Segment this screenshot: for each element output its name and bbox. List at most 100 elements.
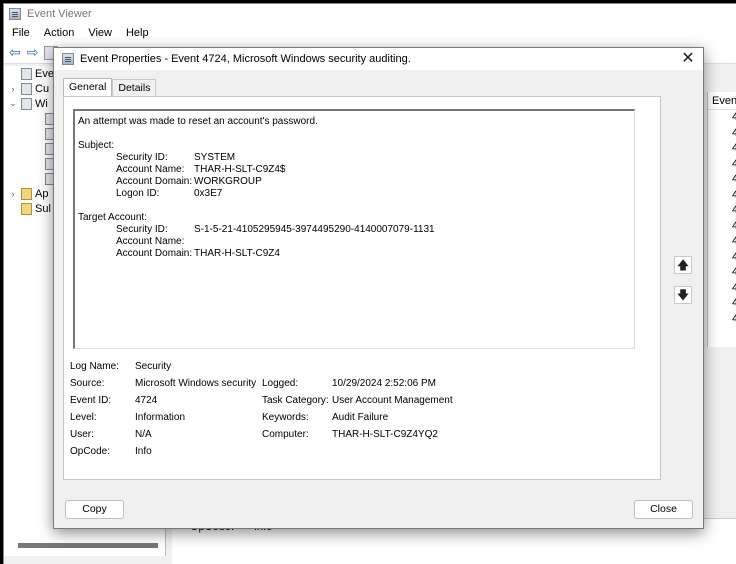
event-id-column-header[interactable]: Event xyxy=(708,92,736,110)
meta-row: OpCode: Info xyxy=(70,443,453,460)
event-id-cell[interactable]: 47 xyxy=(708,188,736,204)
description-headline: An attempt was made to reset an account'… xyxy=(78,116,318,127)
target-field-value: THAR-H-SLT-C9Z4 xyxy=(194,248,280,259)
logged-value: 10/29/2024 2:52:06 PM xyxy=(332,378,436,389)
log-name-label: Log Name: xyxy=(70,361,119,372)
event-id-cell[interactable]: 47 xyxy=(708,219,736,235)
tab-details[interactable]: Details xyxy=(112,79,157,96)
events-list-column: Event 4747474747474747474747474747 xyxy=(707,92,736,347)
target-field-label: Security ID: xyxy=(116,224,168,235)
subject-field-value: SYSTEM xyxy=(194,152,236,163)
meta-row: Level: Information Keywords: Audit Failu… xyxy=(70,409,453,426)
user-label: User: xyxy=(70,429,94,440)
event-description[interactable]: An attempt was made to reset an account'… xyxy=(73,109,635,349)
tree-horizontal-scrollbar[interactable] xyxy=(18,543,158,548)
opcode-value: Info xyxy=(135,446,152,457)
level-value: Information xyxy=(135,412,186,423)
task-category-label: Task Category: xyxy=(262,395,329,406)
subject-field-label: Security ID: xyxy=(116,152,168,163)
subject-row: Account Domain: WORKGROUP xyxy=(78,176,631,188)
level-label: Level: xyxy=(70,412,97,423)
event-id-label: Event ID: xyxy=(70,395,112,406)
tree-expander-icon[interactable]: ⌄ xyxy=(8,98,18,109)
arrow-down-icon[interactable]: 🡇 xyxy=(674,286,692,304)
menu-bar: File Action View Help xyxy=(4,24,736,42)
source-value: Microsoft Windows security xyxy=(135,378,257,389)
event-id-cell[interactable]: 47 xyxy=(708,110,736,126)
dialog-title: Event Properties - Event 4724, Microsoft… xyxy=(80,53,411,65)
subject-row: Security ID: SYSTEM xyxy=(78,152,631,164)
arrow-up-icon[interactable]: 🡅 xyxy=(674,256,692,274)
log-icon xyxy=(21,97,32,110)
source-label: Source: xyxy=(70,378,105,389)
target-account-heading: Target Account: xyxy=(78,212,147,223)
target-field-value: S-1-5-21-4105295945-3974495290-414000707… xyxy=(194,224,435,235)
keywords-label: Keywords: xyxy=(262,412,309,423)
event-id-cell[interactable]: 47 xyxy=(708,157,736,173)
meta-row: Event ID: 4724 Task Category: User Accou… xyxy=(70,392,453,409)
event-id-cell[interactable]: 47 xyxy=(708,126,736,142)
event-viewer-app-icon xyxy=(9,8,21,20)
menu-file[interactable]: File xyxy=(12,27,30,39)
event-properties-dialog: Event Properties - Event 4724, Microsoft… xyxy=(53,47,704,529)
target-row: Security ID: S-1-5-21-4105295945-39744952… xyxy=(78,224,631,236)
tab-general[interactable]: General xyxy=(63,78,113,96)
log-icon xyxy=(21,67,32,80)
event-properties-icon xyxy=(62,53,74,65)
tree-expander-icon[interactable]: › xyxy=(8,189,18,199)
meta-row: Log Name: Security xyxy=(70,358,453,375)
subject-field-label: Account Domain: xyxy=(116,176,193,187)
task-category-value: User Account Management xyxy=(332,395,453,406)
computer-label: Computer: xyxy=(262,429,309,440)
event-id-cell[interactable]: 47 xyxy=(708,141,736,157)
forward-arrow-icon[interactable]: ⇨ xyxy=(27,44,39,61)
dialog-tabs: General Details xyxy=(63,78,157,96)
folder-icon xyxy=(21,202,32,215)
tree-item-label: Sul xyxy=(35,202,51,215)
log-name-value: Security xyxy=(135,361,172,372)
event-id-cell[interactable]: 47 xyxy=(708,296,736,312)
tree-item-label: Ap xyxy=(35,187,49,200)
menu-view[interactable]: View xyxy=(88,27,112,39)
subject-field-value: THAR-H-SLT-C9Z4$ xyxy=(194,164,286,175)
meta-row: User: N/A Computer: THAR-H-SLT-C9Z4YQ2 xyxy=(70,426,453,443)
tree-item-label: Wi xyxy=(35,97,48,110)
event-id-cell[interactable]: 47 xyxy=(708,250,736,266)
target-field-label: Account Domain: xyxy=(116,248,193,259)
event-id-value: 4724 xyxy=(135,395,158,406)
target-field-label: Account Name: xyxy=(116,236,185,247)
subject-row: Logon ID: 0x3E7 xyxy=(78,188,631,200)
copy-button[interactable]: Copy xyxy=(65,500,124,519)
event-id-cell[interactable]: 47 xyxy=(708,203,736,219)
user-value: N/A xyxy=(135,429,152,440)
main-titlebar: Event Viewer xyxy=(4,4,736,24)
event-id-cells: 4747474747474747474747474747 xyxy=(708,110,736,327)
tree-item-label: Cu xyxy=(35,82,50,95)
tree-expander-icon[interactable]: › xyxy=(8,84,18,94)
subject-row: Account Name: THAR-H-SLT-C9Z4$ xyxy=(78,164,631,176)
log-icon xyxy=(21,82,32,95)
close-icon[interactable]: ✕ xyxy=(679,50,697,68)
folder-icon xyxy=(21,187,32,200)
general-tab-panel: An attempt was made to reset an account'… xyxy=(63,96,661,480)
meta-row: Source: Microsoft Windows security Logge… xyxy=(70,375,453,392)
dialog-titlebar: Event Properties - Event 4724, Microsoft… xyxy=(54,48,703,70)
subject-field-label: Account Name: xyxy=(116,164,185,175)
opcode-label: OpCode: xyxy=(70,446,111,457)
event-id-cell[interactable]: 47 xyxy=(708,172,736,188)
event-id-cell[interactable]: 47 xyxy=(708,265,736,281)
close-button[interactable]: Close xyxy=(634,500,693,519)
main-window-title: Event Viewer xyxy=(27,8,92,20)
event-id-cell[interactable]: 47 xyxy=(708,234,736,250)
menu-help[interactable]: Help xyxy=(126,27,149,39)
event-id-cell[interactable]: 47 xyxy=(708,281,736,297)
subject-field-label: Logon ID: xyxy=(116,188,160,199)
subject-heading: Subject: xyxy=(78,140,115,151)
menu-action[interactable]: Action xyxy=(44,27,75,39)
logged-label: Logged: xyxy=(262,378,299,389)
back-arrow-icon[interactable]: ⇦ xyxy=(9,44,21,61)
event-id-cell[interactable]: 47 xyxy=(708,312,736,328)
target-row: Account Name: xyxy=(78,236,631,248)
subject-field-value: 0x3E7 xyxy=(194,188,223,199)
computer-value: THAR-H-SLT-C9Z4YQ2 xyxy=(332,429,438,440)
